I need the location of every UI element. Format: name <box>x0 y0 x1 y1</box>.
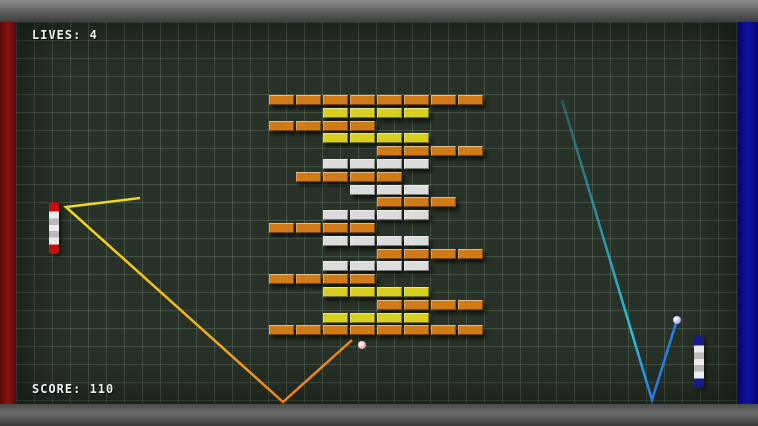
ball-trails <box>63 99 679 405</box>
ball-trail-left <box>63 196 353 404</box>
ball-trail-right <box>560 99 679 405</box>
lives-counter: LIVES: 4 <box>32 28 98 42</box>
score-counter: SCORE: 110 <box>32 382 115 396</box>
left-paddle[interactable] <box>49 202 59 254</box>
ball-red <box>358 341 366 349</box>
right-paddle[interactable] <box>694 336 704 388</box>
ball-blue <box>673 316 681 324</box>
